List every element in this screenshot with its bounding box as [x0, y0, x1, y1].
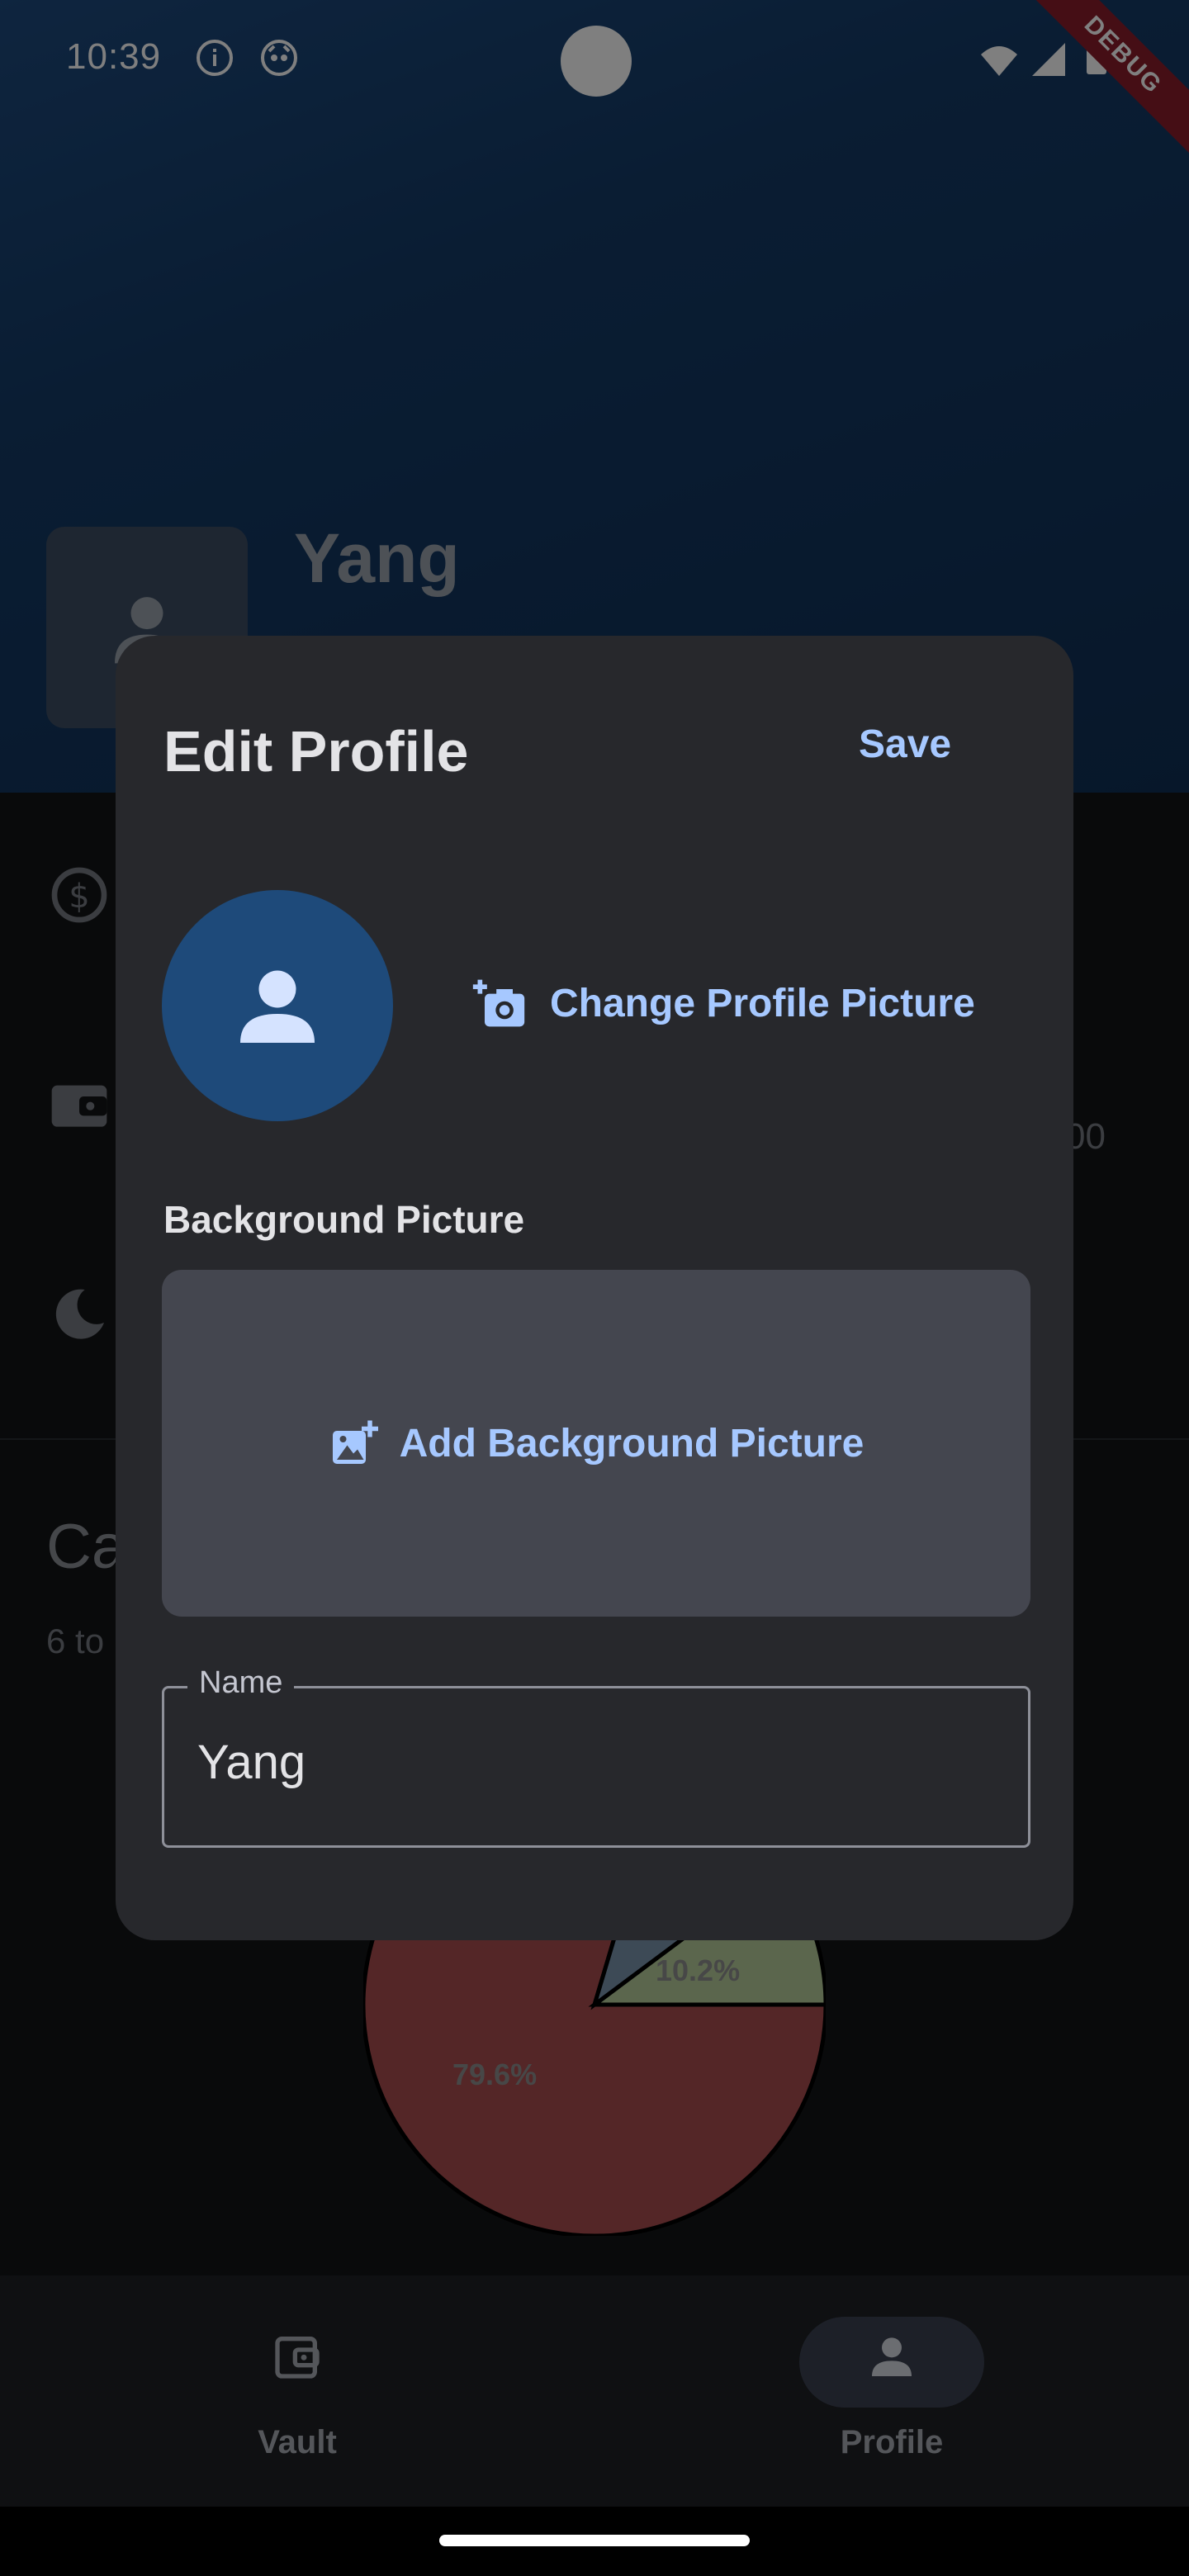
change-profile-picture-label: Change Profile Picture	[550, 981, 975, 1025]
background-picture-label: Background Picture	[163, 1198, 525, 1241]
app-screen: 10:39 DEBUG Yang $ 00	[0, 0, 1189, 2576]
person-icon	[240, 970, 315, 1043]
dialog-title: Edit Profile	[163, 719, 469, 784]
add-background-button[interactable]: Add Background Picture	[162, 1270, 1030, 1617]
name-field-value[interactable]: Yang	[197, 1735, 306, 1790]
profile-picture-preview[interactable]	[162, 890, 393, 1121]
add-photo-icon	[472, 979, 525, 1027]
background-picture-picker[interactable]: Add Background Picture	[162, 1270, 1030, 1617]
add-background-label: Add Background Picture	[399, 1421, 865, 1466]
save-button[interactable]: Save	[859, 722, 951, 767]
add-image-icon	[332, 1420, 378, 1464]
name-field-label: Name	[187, 1665, 295, 1701]
home-gesture-bar[interactable]	[439, 2535, 750, 2546]
change-profile-picture-button[interactable]: Change Profile Picture	[471, 974, 975, 1032]
edit-profile-dialog: Edit Profile Save Change Profile Picture…	[116, 636, 1073, 1940]
name-field[interactable]: Name Yang	[162, 1665, 1030, 1848]
